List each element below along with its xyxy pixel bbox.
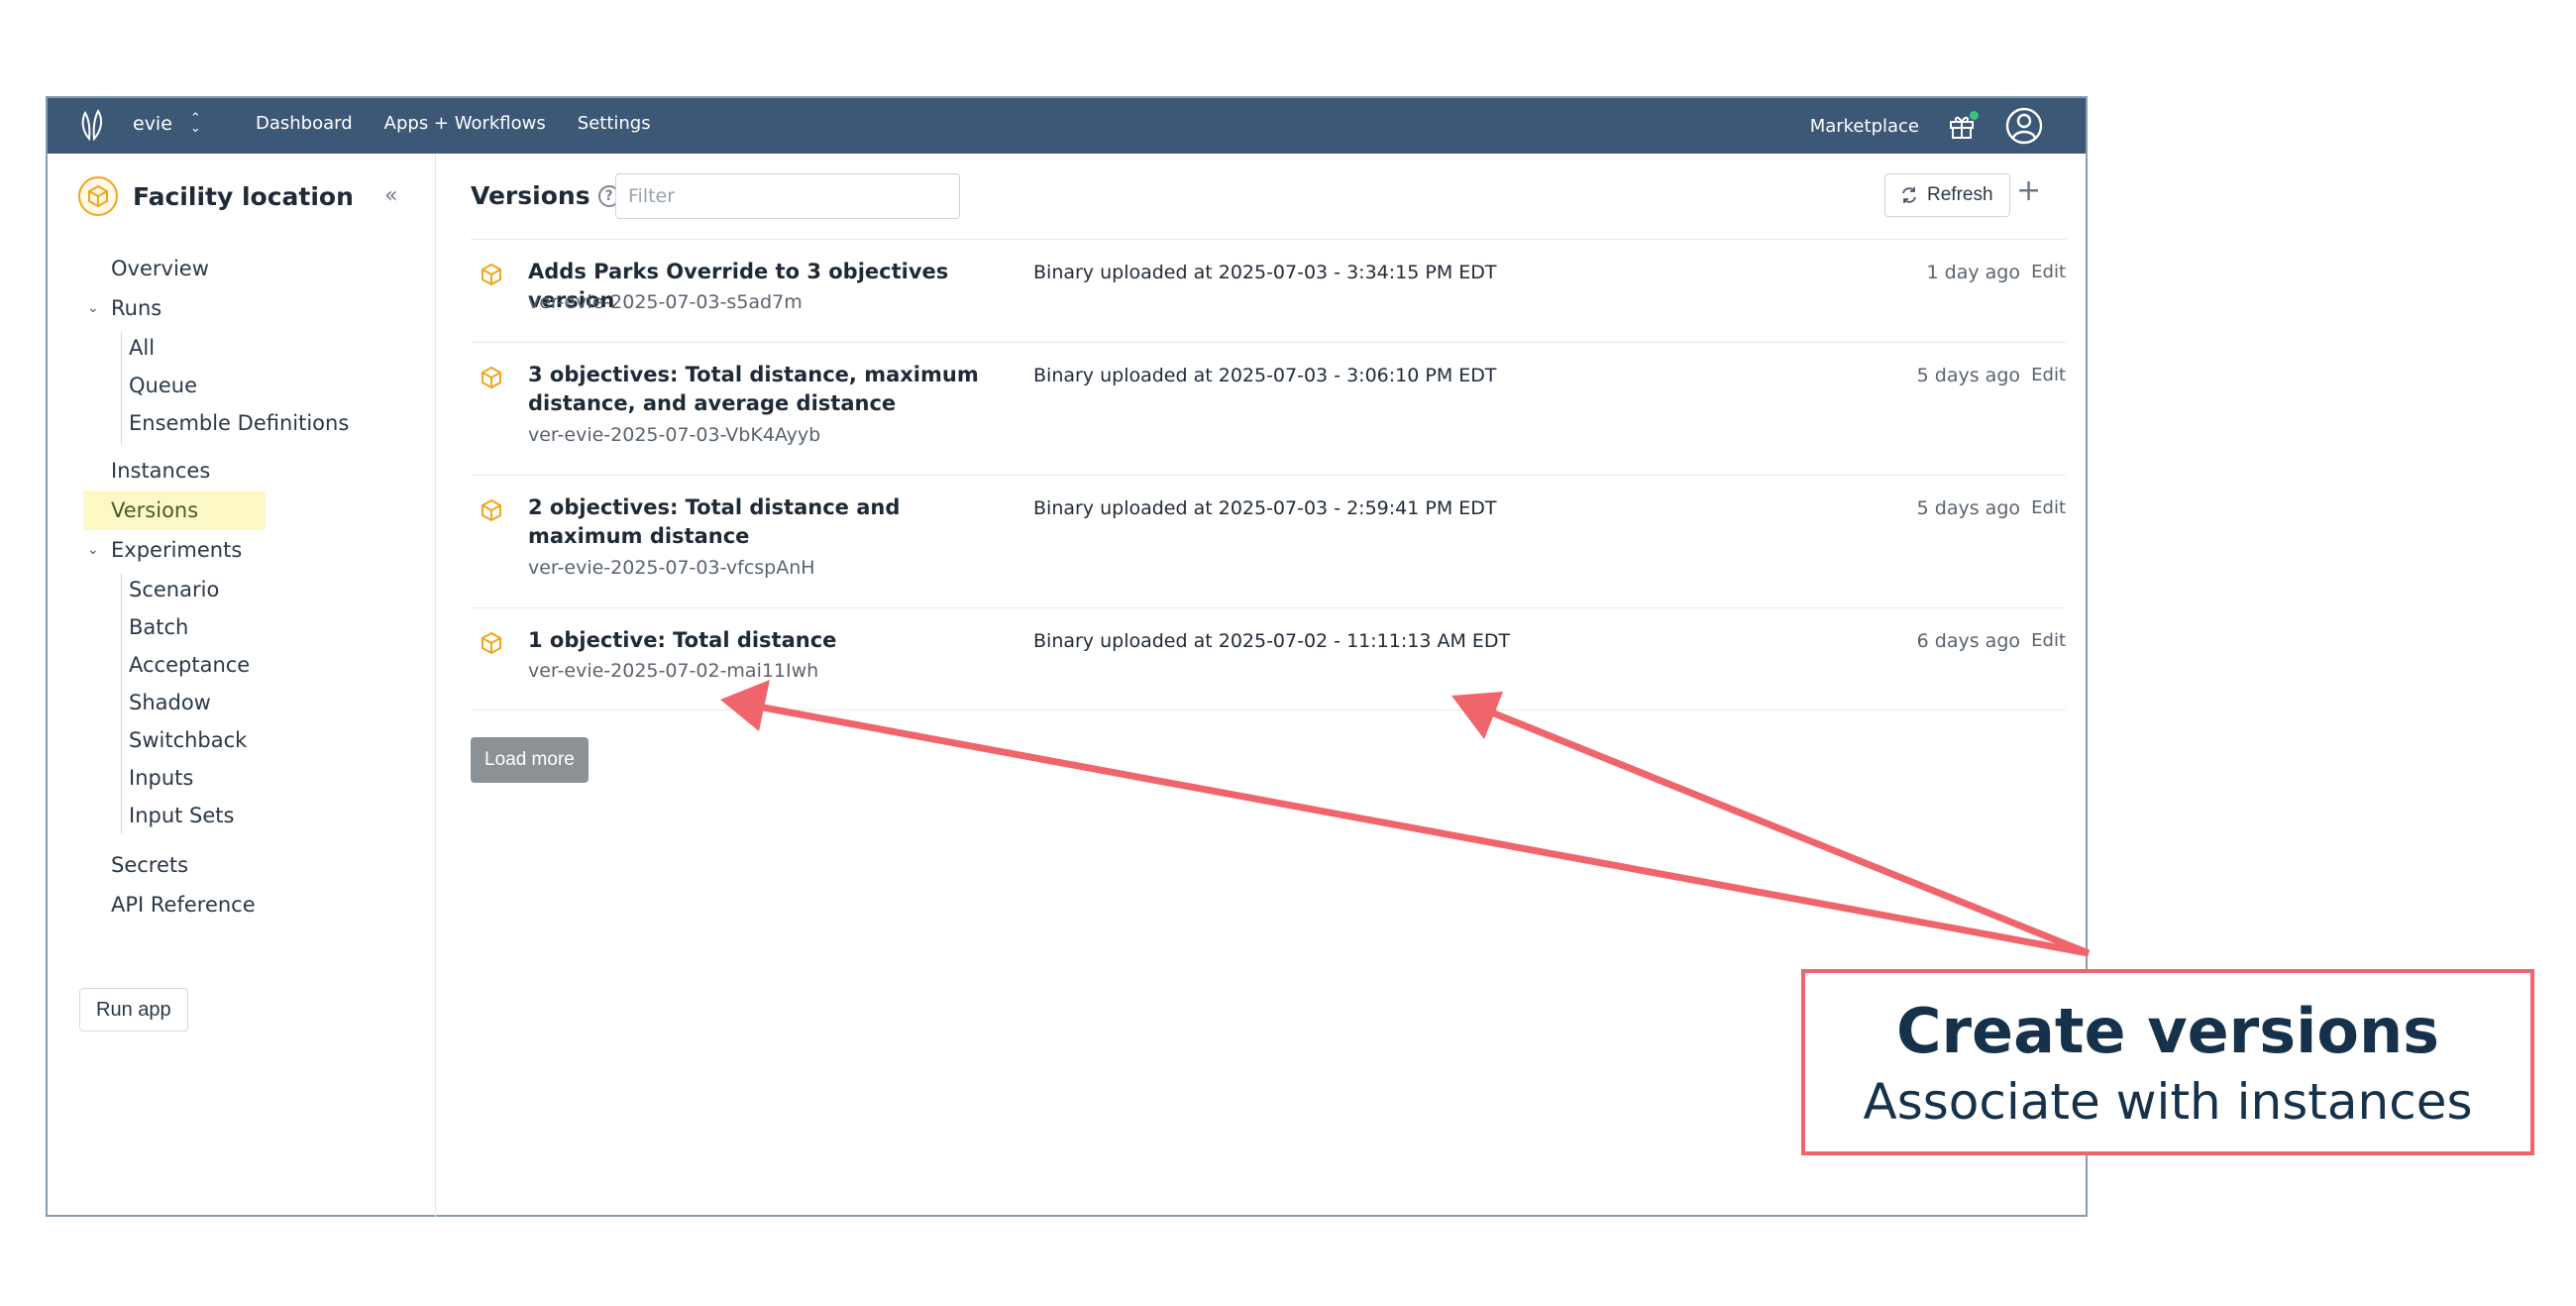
edit-link[interactable]: Edit [2031,630,2066,651]
table-row[interactable]: 3 objectives: Total distance, maximum di… [471,342,2066,475]
sidebar-item-secrets[interactable]: Secrets [83,845,188,885]
table-row[interactable]: 2 objectives: Total distance and maximum… [471,475,2066,607]
nav-settings[interactable]: Settings [578,113,651,134]
chevron-down-icon: ⌄ [87,542,99,558]
sidebar-item-switchback[interactable]: Switchback [83,720,247,760]
callout-box: Create versions Associate with instances [1801,969,2534,1155]
sidebar-item-batch[interactable]: Batch [83,607,188,647]
cube-icon [482,631,501,655]
version-title[interactable]: 2 objectives: Total distance and maximum… [528,493,1014,551]
cube-icon [482,263,501,286]
collapse-sidebar-icon[interactable]: « [384,183,397,208]
cube-icon [482,366,501,389]
relative-time: 5 days ago [1916,497,2020,519]
app-title-text: Facility location [133,181,354,211]
top-nav: evie ⌃ ⌄ Dashboard Apps + Workflows Setti… [48,98,2086,154]
cube-icon [482,498,501,522]
sidebar-item-instances[interactable]: Instances [83,451,210,490]
upload-status: Binary uploaded at 2025-07-03 - 3:34:15 … [1033,262,1497,283]
version-id: ver-evie-2025-07-03-vfcspAnH [528,557,815,579]
relative-time: 1 day ago [1926,262,2020,283]
updown-chevron-icon: ⌃ ⌄ [189,111,201,136]
load-more-button[interactable]: Load more [471,737,589,783]
version-id: ver-evie-2025-07-03-s5ad7m [528,291,803,313]
page-title: Versions ? [471,181,620,210]
table-row[interactable]: 1 objective: Total distance ver-evie-202… [471,607,2066,710]
sidebar-item-all[interactable]: All [83,328,155,368]
sidebar-item-ensemble-definitions[interactable]: Ensemble Definitions [83,403,349,443]
version-title[interactable]: 3 objectives: Total distance, maximum di… [528,361,1014,418]
sidebar-item-label: Runs [111,296,162,320]
sidebar-item-versions[interactable]: Versions [83,490,266,530]
version-id: ver-evie-2025-07-02-mai11Iwh [528,660,819,682]
nav-apps-workflows[interactable]: Apps + Workflows [384,113,546,134]
edit-link[interactable]: Edit [2031,365,2066,385]
notification-dot [1970,111,1979,120]
sidebar-item-queue[interactable]: Queue [83,366,197,405]
app-title: Facility location [77,175,354,217]
upload-status: Binary uploaded at 2025-07-02 - 11:11:13… [1033,630,1511,652]
user-avatar-icon[interactable] [2004,106,2044,146]
chevron-down-icon: ⌄ [87,300,99,316]
refresh-button[interactable]: Refresh [1884,173,2010,217]
edit-link[interactable]: Edit [2031,262,2066,282]
sidebar-item-input-sets[interactable]: Input Sets [83,796,234,835]
upload-status: Binary uploaded at 2025-07-03 - 3:06:10 … [1033,365,1497,386]
upload-status: Binary uploaded at 2025-07-03 - 2:59:41 … [1033,497,1497,519]
nav-marketplace[interactable]: Marketplace [1810,116,1919,137]
sidebar-item-acceptance[interactable]: Acceptance [83,645,250,685]
nav-dashboard[interactable]: Dashboard [256,113,353,134]
leaf-logo-icon[interactable] [77,107,107,145]
account-name: evie [133,113,172,135]
version-id: ver-evie-2025-07-03-VbK4Ayyb [528,424,821,446]
sidebar: Facility location « Overview ⌄ Runs All Q… [48,154,436,1217]
filter-input[interactable] [615,173,960,219]
relative-time: 5 days ago [1916,365,2020,386]
sidebar-item-overview[interactable]: Overview [83,249,209,288]
app-cube-icon [78,176,118,216]
sidebar-item-label: Experiments [111,538,243,562]
nav-links: Dashboard Apps + Workflows Settings [256,113,651,134]
page-title-text: Versions [471,181,590,210]
add-version-icon[interactable]: + [2016,173,2041,208]
sidebar-item-experiments[interactable]: ⌄ Experiments [83,530,242,570]
refresh-label: Refresh [1927,184,1993,205]
relative-time: 6 days ago [1916,630,2020,652]
callout-heading: Create versions [1895,995,2440,1067]
sidebar-item-scenario[interactable]: Scenario [83,570,219,609]
sidebar-item-api-reference[interactable]: API Reference [83,885,256,925]
sidebar-item-runs[interactable]: ⌄ Runs [83,288,161,328]
nav-right: Marketplace [1810,106,2044,146]
callout-subheading: Associate with instances [1863,1073,2473,1131]
table-row[interactable]: Adds Parks Override to 3 objectives vers… [471,239,2066,342]
gift-icon[interactable] [1947,111,1979,141]
version-title[interactable]: 1 objective: Total distance [528,626,1014,655]
app-window: evie ⌃ ⌄ Dashboard Apps + Workflows Setti… [46,96,2088,1217]
refresh-icon [1902,187,1916,203]
versions-list: Adds Parks Override to 3 objectives vers… [471,239,2066,710]
sidebar-item-inputs[interactable]: Inputs [83,758,193,798]
edit-link[interactable]: Edit [2031,497,2066,518]
sidebar-item-shadow[interactable]: Shadow [83,683,211,722]
account-switcher[interactable]: evie ⌃ ⌄ [133,111,201,136]
run-app-button[interactable]: Run app [79,988,188,1032]
